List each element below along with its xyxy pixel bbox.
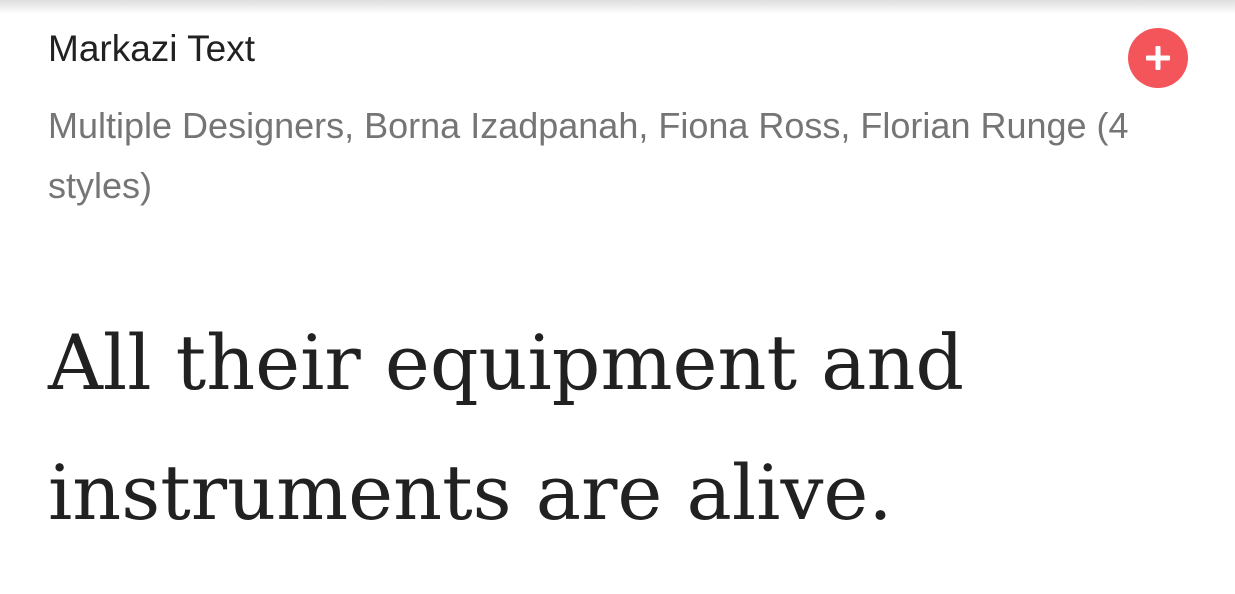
font-sample-text: All their equipment and instruments are … (48, 318, 965, 537)
add-font-button[interactable] (1128, 28, 1188, 88)
toolbar-shadow (0, 0, 1235, 14)
plus-icon (1142, 42, 1174, 74)
font-family-name[interactable]: Markazi Text (48, 26, 255, 72)
font-designers: Multiple Designers, Borna Izadpanah, Fio… (48, 105, 1129, 206)
font-card[interactable]: Markazi Text Multiple Designers, Borna I… (0, 0, 1235, 594)
